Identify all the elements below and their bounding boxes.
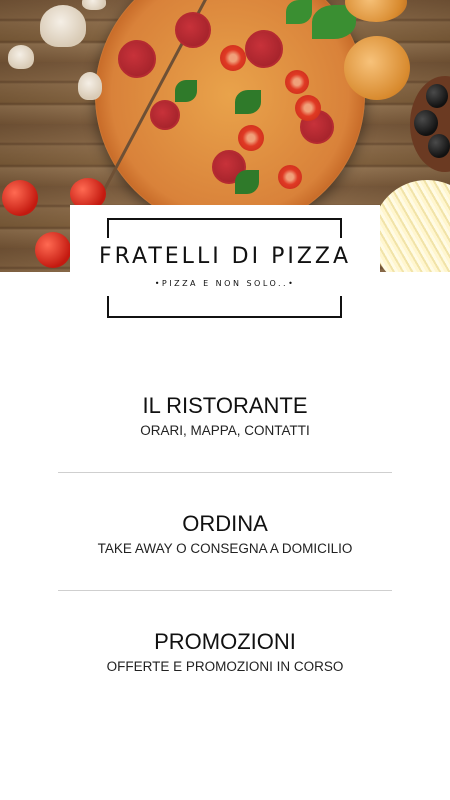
mushroom: [78, 72, 102, 100]
menu-item-promozioni[interactable]: PROMOZIONI OFFERTE E PROMOZIONI IN CORSO: [58, 591, 392, 708]
mushroom: [82, 0, 106, 10]
salami-topping: [245, 30, 283, 68]
mushroom: [8, 45, 34, 69]
olive: [414, 110, 438, 136]
menu-item-title: PROMOZIONI: [154, 629, 296, 654]
salami-topping: [118, 40, 156, 78]
tomato-slice-topping: [285, 70, 309, 94]
basil-leaf: [235, 90, 261, 114]
cherry-tomato: [35, 232, 71, 268]
olive: [426, 84, 448, 108]
cherry-tomato: [2, 180, 38, 216]
basil-leaf: [175, 80, 197, 102]
menu-item-subtitle: TAKE AWAY O CONSEGNA A DOMICILIO: [97, 541, 353, 556]
tomato-slice-topping: [220, 45, 246, 71]
tomato-slice-topping: [238, 125, 264, 151]
menu-item-ristorante[interactable]: IL RISTORANTE ORARI, MAPPA, CONTATTI: [58, 355, 392, 472]
logo-title: FRATELLI DI PIZZA: [98, 244, 352, 269]
mushroom: [40, 5, 86, 47]
basil-leaf: [235, 170, 259, 194]
tomato-slice-topping: [295, 95, 321, 121]
menu-item-title: IL RISTORANTE: [142, 393, 308, 418]
main-menu: IL RISTORANTE ORARI, MAPPA, CONTATTI ORD…: [58, 355, 392, 708]
menu-item-subtitle: OFFERTE E PROMOZIONI IN CORSO: [106, 659, 344, 674]
menu-item-title: ORDINA: [182, 511, 268, 536]
basil-leaf: [286, 0, 312, 24]
menu-item-ordina[interactable]: ORDINA TAKE AWAY O CONSEGNA A DOMICILIO: [58, 473, 392, 590]
onion: [344, 36, 410, 100]
logo-tagline: •PIZZA E NON SOLO..•: [154, 279, 296, 288]
olive: [428, 134, 450, 158]
menu-item-subtitle: ORARI, MAPPA, CONTATTI: [140, 423, 310, 438]
salami-topping: [175, 12, 211, 48]
salami-topping: [150, 100, 180, 130]
tomato-slice-topping: [278, 165, 302, 189]
